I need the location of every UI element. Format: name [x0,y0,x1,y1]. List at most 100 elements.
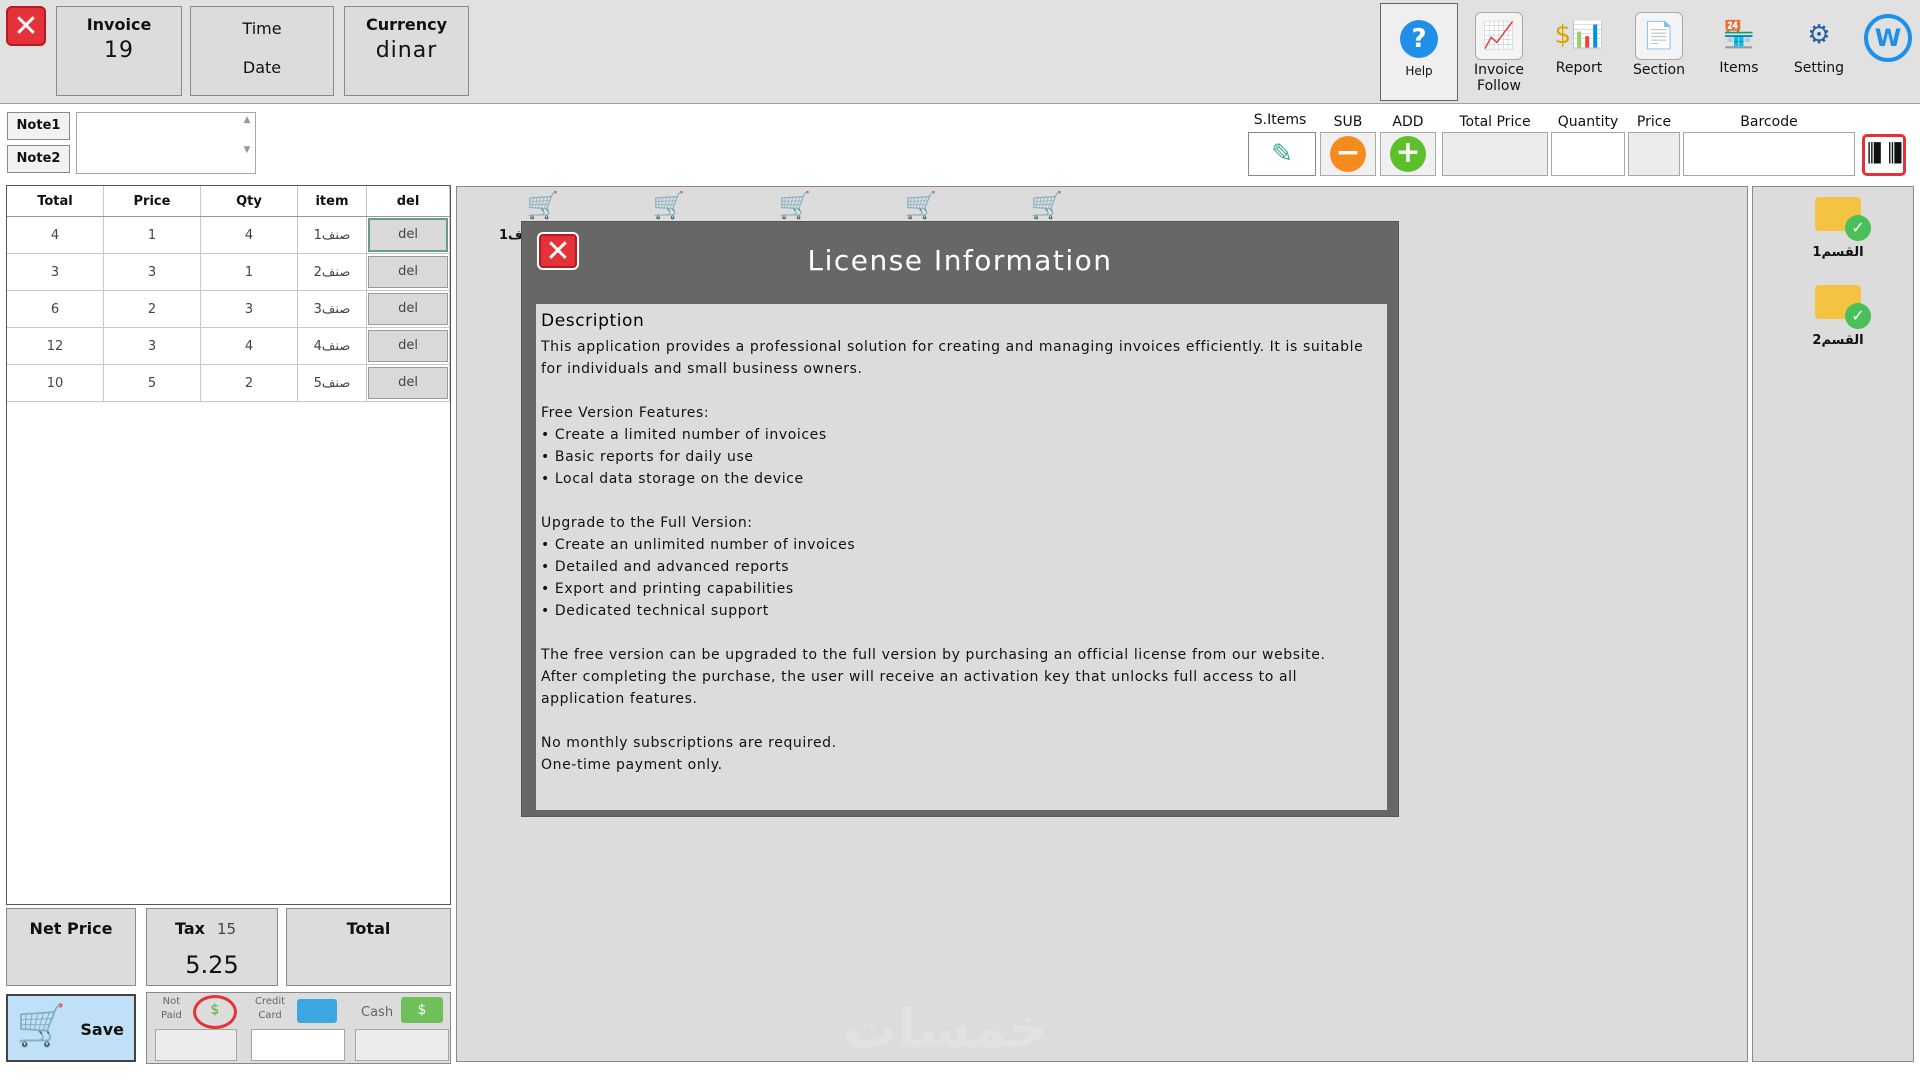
total-price-label: Total Price [1459,114,1531,130]
s-items-button[interactable]: ✎ [1248,132,1316,176]
delete-row-button[interactable]: del [368,330,448,362]
description-line: • Create an unlimited number of invoices [541,537,856,553]
description-line: • Basic reports for daily use [541,449,754,465]
delete-row-button[interactable]: del [368,256,448,288]
save-button[interactable]: 🛒 Save [6,994,136,1062]
folder-check-icon: ✓ [1815,197,1871,241]
setting-button[interactable]: ⚙ Setting [1782,6,1856,102]
description-line: Upgrade to the Full Version: [541,515,753,531]
price-label: Price [1636,114,1672,130]
items-label: Items [1719,60,1759,76]
quantity-label: Quantity [1557,114,1619,130]
not-paid-label: Not Paid [161,995,182,1023]
sub-button[interactable]: − [1320,132,1376,176]
product-label-fragment: 1ف [499,228,524,243]
header-qty: Qty [200,186,298,217]
delete-row-button[interactable]: del [368,293,448,325]
quantity-input[interactable] [1551,132,1625,176]
total-label: Total [346,919,391,938]
cell-del: del [366,290,450,328]
notepad-pen-icon: ✎ [1271,139,1293,169]
notes-textarea[interactable]: ▲ ▼ [76,112,256,174]
description-line: This application provides a professional… [541,339,1364,377]
invoice-number: 19 [104,38,134,63]
cell-item: صنف1 [297,216,367,254]
tax-rate: 15 [217,920,237,938]
barcode-input[interactable] [1683,132,1855,176]
header-item: item [297,186,367,217]
table-row: 4 1 4 صنف1 del [7,216,450,254]
cash-field[interactable] [355,1029,449,1061]
report-label: Report [1555,60,1603,76]
section-button[interactable]: 📄 Section [1622,6,1696,102]
header-total: Total [7,186,104,217]
help-button[interactable]: ? Help [1380,3,1458,101]
items-button[interactable]: 🏪 Items [1702,6,1776,102]
not-paid-label-line2: Paid [161,1010,182,1021]
watermark: خمسات [843,997,1048,1060]
s-items-label: S.Items [1253,112,1307,128]
invoice-label: Invoice [86,15,152,34]
delete-row-button[interactable]: del [368,218,448,252]
cash-label: Cash [361,1005,394,1020]
price-field[interactable] [1628,132,1680,176]
cell-price: 2 [103,290,201,328]
cell-total: 3 [7,253,104,291]
folder-check-icon: ✓ [1815,285,1871,329]
product-cart-icon[interactable]: 🛒 [521,189,565,223]
invoice-follow-button[interactable]: 📈 Invoice Follow [1462,6,1536,102]
description-heading: Description [541,311,645,331]
product-cart-icon[interactable]: 🛒 [899,189,943,223]
description-line [541,380,1381,402]
add-button[interactable]: + [1380,132,1436,176]
cell-qty: 4 [200,216,298,254]
not-paid-field[interactable] [155,1029,237,1061]
product-cart-icon[interactable]: 🛒 [773,189,817,223]
not-paid-label-line1: Not [162,996,181,1007]
currency-value: dinar [375,38,438,63]
sub-label: SUB [1333,114,1363,130]
description-line: After completing the purchase, the user … [541,669,1298,707]
product-cart-icon[interactable]: 🛒 [1025,189,1069,223]
section-item-2[interactable]: ✓ القسم2 [1803,281,1873,361]
cell-total: 10 [7,364,104,402]
header-del: del [366,186,450,217]
section-item-1[interactable]: ✓ القسم1 [1803,193,1873,273]
cell-qty: 1 [200,253,298,291]
close-app-button[interactable]: ✕ [6,6,46,46]
net-price-label: Net Price [29,919,113,938]
delete-row-button[interactable]: del [368,367,448,399]
note2-button[interactable]: Note2 [7,145,70,173]
payment-methods-panel: Not Paid $ Credit Card Cash $ [146,992,451,1064]
cell-del: del [366,216,450,254]
license-dialog-title: License Information [807,244,1113,277]
help-label: Help [1405,64,1433,78]
credit-card-field[interactable] [251,1029,345,1061]
close-icon: ✕ [13,8,39,44]
cell-total: 12 [7,327,104,365]
barcode-scan-button[interactable]: ║▌║▌ [1862,134,1908,176]
cell-item: صنف5 [297,364,367,402]
cell-qty: 2 [200,364,298,402]
report-button[interactable]: $📊 Report [1542,6,1616,102]
store-icon: 🏪 [1722,20,1756,50]
note1-button[interactable]: Note1 [7,112,70,140]
note2-label: Note2 [16,151,61,166]
cell-total: 4 [7,216,104,254]
cell-total: 6 [7,290,104,328]
sections-panel: ✓ القسم1 ✓ القسم2 [1752,186,1914,1062]
description-text: This application provides a professional… [541,336,1381,776]
invoice-chart-icon: 📈 [1475,12,1523,60]
help-icon: ? [1400,20,1438,58]
credit-card-label: Credit Card [255,995,285,1023]
cash-money-icon: $ [401,997,443,1023]
barcode-icon: ║▌║▌ [1865,143,1908,164]
total-price-field[interactable] [1442,132,1548,176]
barcode-label: Barcode [1740,114,1798,130]
description-line: • Export and printing capabilities [541,581,794,597]
notes-scrollbar[interactable]: ▲ ▼ [241,115,253,171]
setting-label: Setting [1793,60,1845,76]
product-cart-icon[interactable]: 🛒 [647,189,691,223]
section-label-1: القسم1 [1812,245,1864,260]
table-row: 6 2 3 صنف3 del [7,290,450,328]
